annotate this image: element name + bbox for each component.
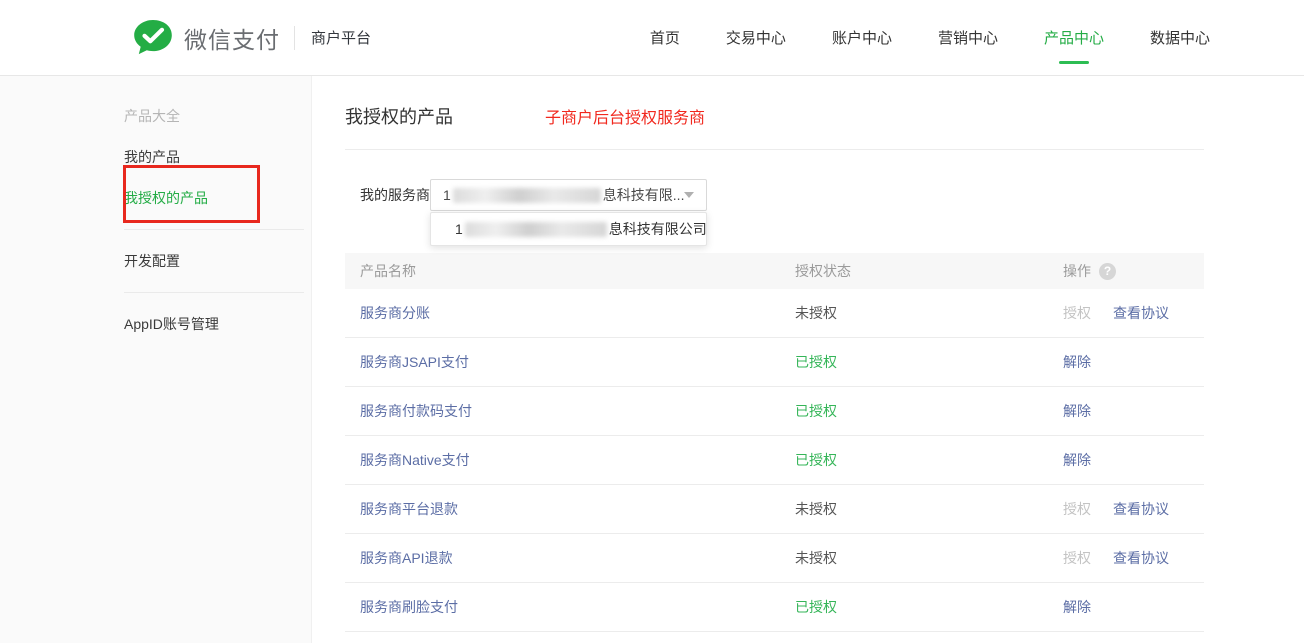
- sidebar: 产品大全我的产品我授权的产品开发配置 AppID账号管理: [0, 76, 312, 643]
- product-name-cell: 服务商分账: [345, 303, 795, 323]
- table-row: 服务商分账 未授权授权 查看协议: [345, 289, 1204, 338]
- table-body: 服务商分账未授权授权查看协议服务商JSAPI支付已授权解除服务商付款码支付已授权…: [345, 289, 1204, 632]
- revoke-link[interactable]: 解除: [1063, 401, 1091, 421]
- nav-item[interactable]: 交易中心: [726, 27, 786, 48]
- logo-divider: [294, 26, 295, 50]
- product-name-cell: 服务商Native支付: [345, 450, 795, 470]
- table-row: 服务商刷脸支付 已授权解除: [345, 583, 1204, 632]
- top-header: 微信支付 商户平台 首页 交易中心 账户中心 营销中心 产品中心 数据中心: [0, 0, 1304, 76]
- select-text-prefix: 1: [443, 187, 451, 203]
- revoke-link[interactable]: 解除: [1063, 450, 1091, 470]
- table-row: 服务商付款码支付 已授权解除: [345, 387, 1204, 436]
- product-name-cell: 服务商刷脸支付: [345, 597, 795, 617]
- row-actions: 授权 查看协议: [1063, 499, 1204, 519]
- page: 微信支付 商户平台 首页 交易中心 账户中心 营销中心 产品中心 数据中心 产品大全我的产…: [0, 0, 1304, 643]
- option-text-prefix: 1: [455, 221, 463, 237]
- provider-dropdown-panel: 1 息科技有限公司: [430, 212, 707, 246]
- product-name-link[interactable]: 服务商平台退款: [360, 501, 458, 517]
- col-header-product-name: 产品名称: [345, 261, 795, 281]
- chevron-down-icon: [684, 192, 694, 198]
- sidebar-divider: [124, 229, 304, 230]
- col-header-action-label: 操作: [1063, 261, 1091, 281]
- auth-status: 已授权: [795, 450, 1063, 470]
- row-actions: 解除: [1063, 401, 1204, 421]
- nav-item[interactable]: 营销中心: [938, 27, 998, 48]
- row-actions: 解除: [1063, 352, 1204, 372]
- sidebar-items: 产品大全我的产品我授权的产品开发配置 AppID账号管理: [0, 106, 311, 334]
- option-text-suffix: 息科技有限公司: [609, 219, 707, 239]
- auth-status: 未授权: [795, 548, 1063, 568]
- product-name-link[interactable]: 服务商付款码支付: [360, 403, 472, 419]
- row-actions: 解除: [1063, 450, 1204, 470]
- sidebar-item[interactable]: 我的产品: [0, 147, 311, 167]
- title-row: 我授权的产品 子商户后台授权服务商: [345, 76, 1204, 129]
- auth-status: 未授权: [795, 303, 1063, 323]
- logo-text: 微信支付: [184, 21, 280, 55]
- row-actions: 授权 查看协议: [1063, 548, 1204, 568]
- layout: 产品大全我的产品我授权的产品开发配置AppID账号管理 我授权的产品 子商户后台…: [0, 76, 1304, 643]
- platform-title: 商户平台: [311, 27, 371, 48]
- main-content: 我授权的产品 子商户后台授权服务商 我的服务商 1 息科技有限... 1: [312, 76, 1304, 643]
- redacted-company-name: [453, 188, 601, 203]
- table-row: 服务商Native支付 已授权解除: [345, 436, 1204, 485]
- product-name-cell: 服务商API退款: [345, 548, 795, 568]
- product-name-cell: 服务商平台退款: [345, 499, 795, 519]
- product-name-link[interactable]: 服务商刷脸支付: [360, 599, 458, 615]
- view-agreement-link[interactable]: 查看协议: [1113, 303, 1169, 323]
- auth-status: 已授权: [795, 352, 1063, 372]
- row-actions: 授权 查看协议: [1063, 303, 1204, 323]
- nav-item[interactable]: 数据中心: [1150, 27, 1210, 48]
- table-header: 产品名称 授权状态 操作 ?: [345, 253, 1204, 289]
- product-name-link[interactable]: 服务商分账: [360, 305, 430, 321]
- table-row: 服务商JSAPI支付 已授权解除: [345, 338, 1204, 387]
- auth-status: 未授权: [795, 499, 1063, 519]
- authorize-link[interactable]: 授权: [1063, 499, 1091, 519]
- row-actions: 解除: [1063, 597, 1204, 617]
- products-table: 产品名称 授权状态 操作 ? 服务商分账未授权授权查看协议服务商JSAPI支付已…: [345, 253, 1204, 632]
- redacted-company-name: [465, 222, 607, 237]
- revoke-link[interactable]: 解除: [1063, 352, 1091, 372]
- page-title: 我授权的产品: [345, 103, 453, 129]
- table-row: 服务商平台退款 未授权授权 查看协议: [345, 485, 1204, 534]
- wechat-pay-logo-icon: [133, 19, 173, 56]
- sidebar-item[interactable]: 开发配置: [0, 251, 311, 271]
- authorize-link[interactable]: 授权: [1063, 548, 1091, 568]
- provider-select[interactable]: 1 息科技有限...: [430, 179, 707, 211]
- product-name-link[interactable]: 服务商Native支付: [360, 452, 470, 468]
- col-header-action: 操作 ?: [1063, 261, 1204, 281]
- select-text-suffix: 息科技有限...: [603, 185, 685, 205]
- view-agreement-link[interactable]: 查看协议: [1113, 548, 1169, 568]
- annotation-text: 子商户后台授权服务商: [545, 104, 705, 128]
- logo-group: 微信支付 商户平台: [133, 19, 371, 56]
- product-name-link[interactable]: 服务商JSAPI支付: [360, 354, 469, 370]
- auth-status: 已授权: [795, 597, 1063, 617]
- authorize-link[interactable]: 授权: [1063, 303, 1091, 323]
- product-name-link[interactable]: 服务商API退款: [360, 550, 453, 566]
- view-agreement-link[interactable]: 查看协议: [1113, 499, 1169, 519]
- product-name-cell: 服务商JSAPI支付: [345, 352, 795, 372]
- nav-item[interactable]: 账户中心: [832, 27, 892, 48]
- main-nav: 首页 交易中心 账户中心 营销中心 产品中心 数据中心: [650, 27, 1210, 48]
- nav-item[interactable]: 产品中心: [1044, 27, 1104, 48]
- auth-status: 已授权: [795, 401, 1063, 421]
- main-inner: 我授权的产品 子商户后台授权服务商 我的服务商 1 息科技有限... 1: [345, 76, 1204, 632]
- sidebar-divider: [124, 292, 304, 293]
- title-divider: [345, 149, 1204, 150]
- sidebar-item[interactable]: 我授权的产品: [0, 188, 311, 208]
- nav-item[interactable]: 首页: [650, 27, 680, 48]
- provider-option[interactable]: 1 息科技有限公司: [431, 213, 706, 245]
- sidebar-item[interactable]: AppID账号管理: [0, 314, 311, 334]
- table-row: 服务商API退款 未授权授权 查看协议: [345, 534, 1204, 583]
- help-icon[interactable]: ?: [1099, 263, 1116, 280]
- provider-row: 我的服务商 1 息科技有限... 1 息科技有限公司: [345, 179, 1204, 211]
- sidebar-item: 产品大全: [0, 106, 311, 126]
- product-name-cell: 服务商付款码支付: [345, 401, 795, 421]
- revoke-link[interactable]: 解除: [1063, 597, 1091, 617]
- col-header-auth-status: 授权状态: [795, 261, 1063, 281]
- provider-label: 我的服务商: [345, 185, 430, 205]
